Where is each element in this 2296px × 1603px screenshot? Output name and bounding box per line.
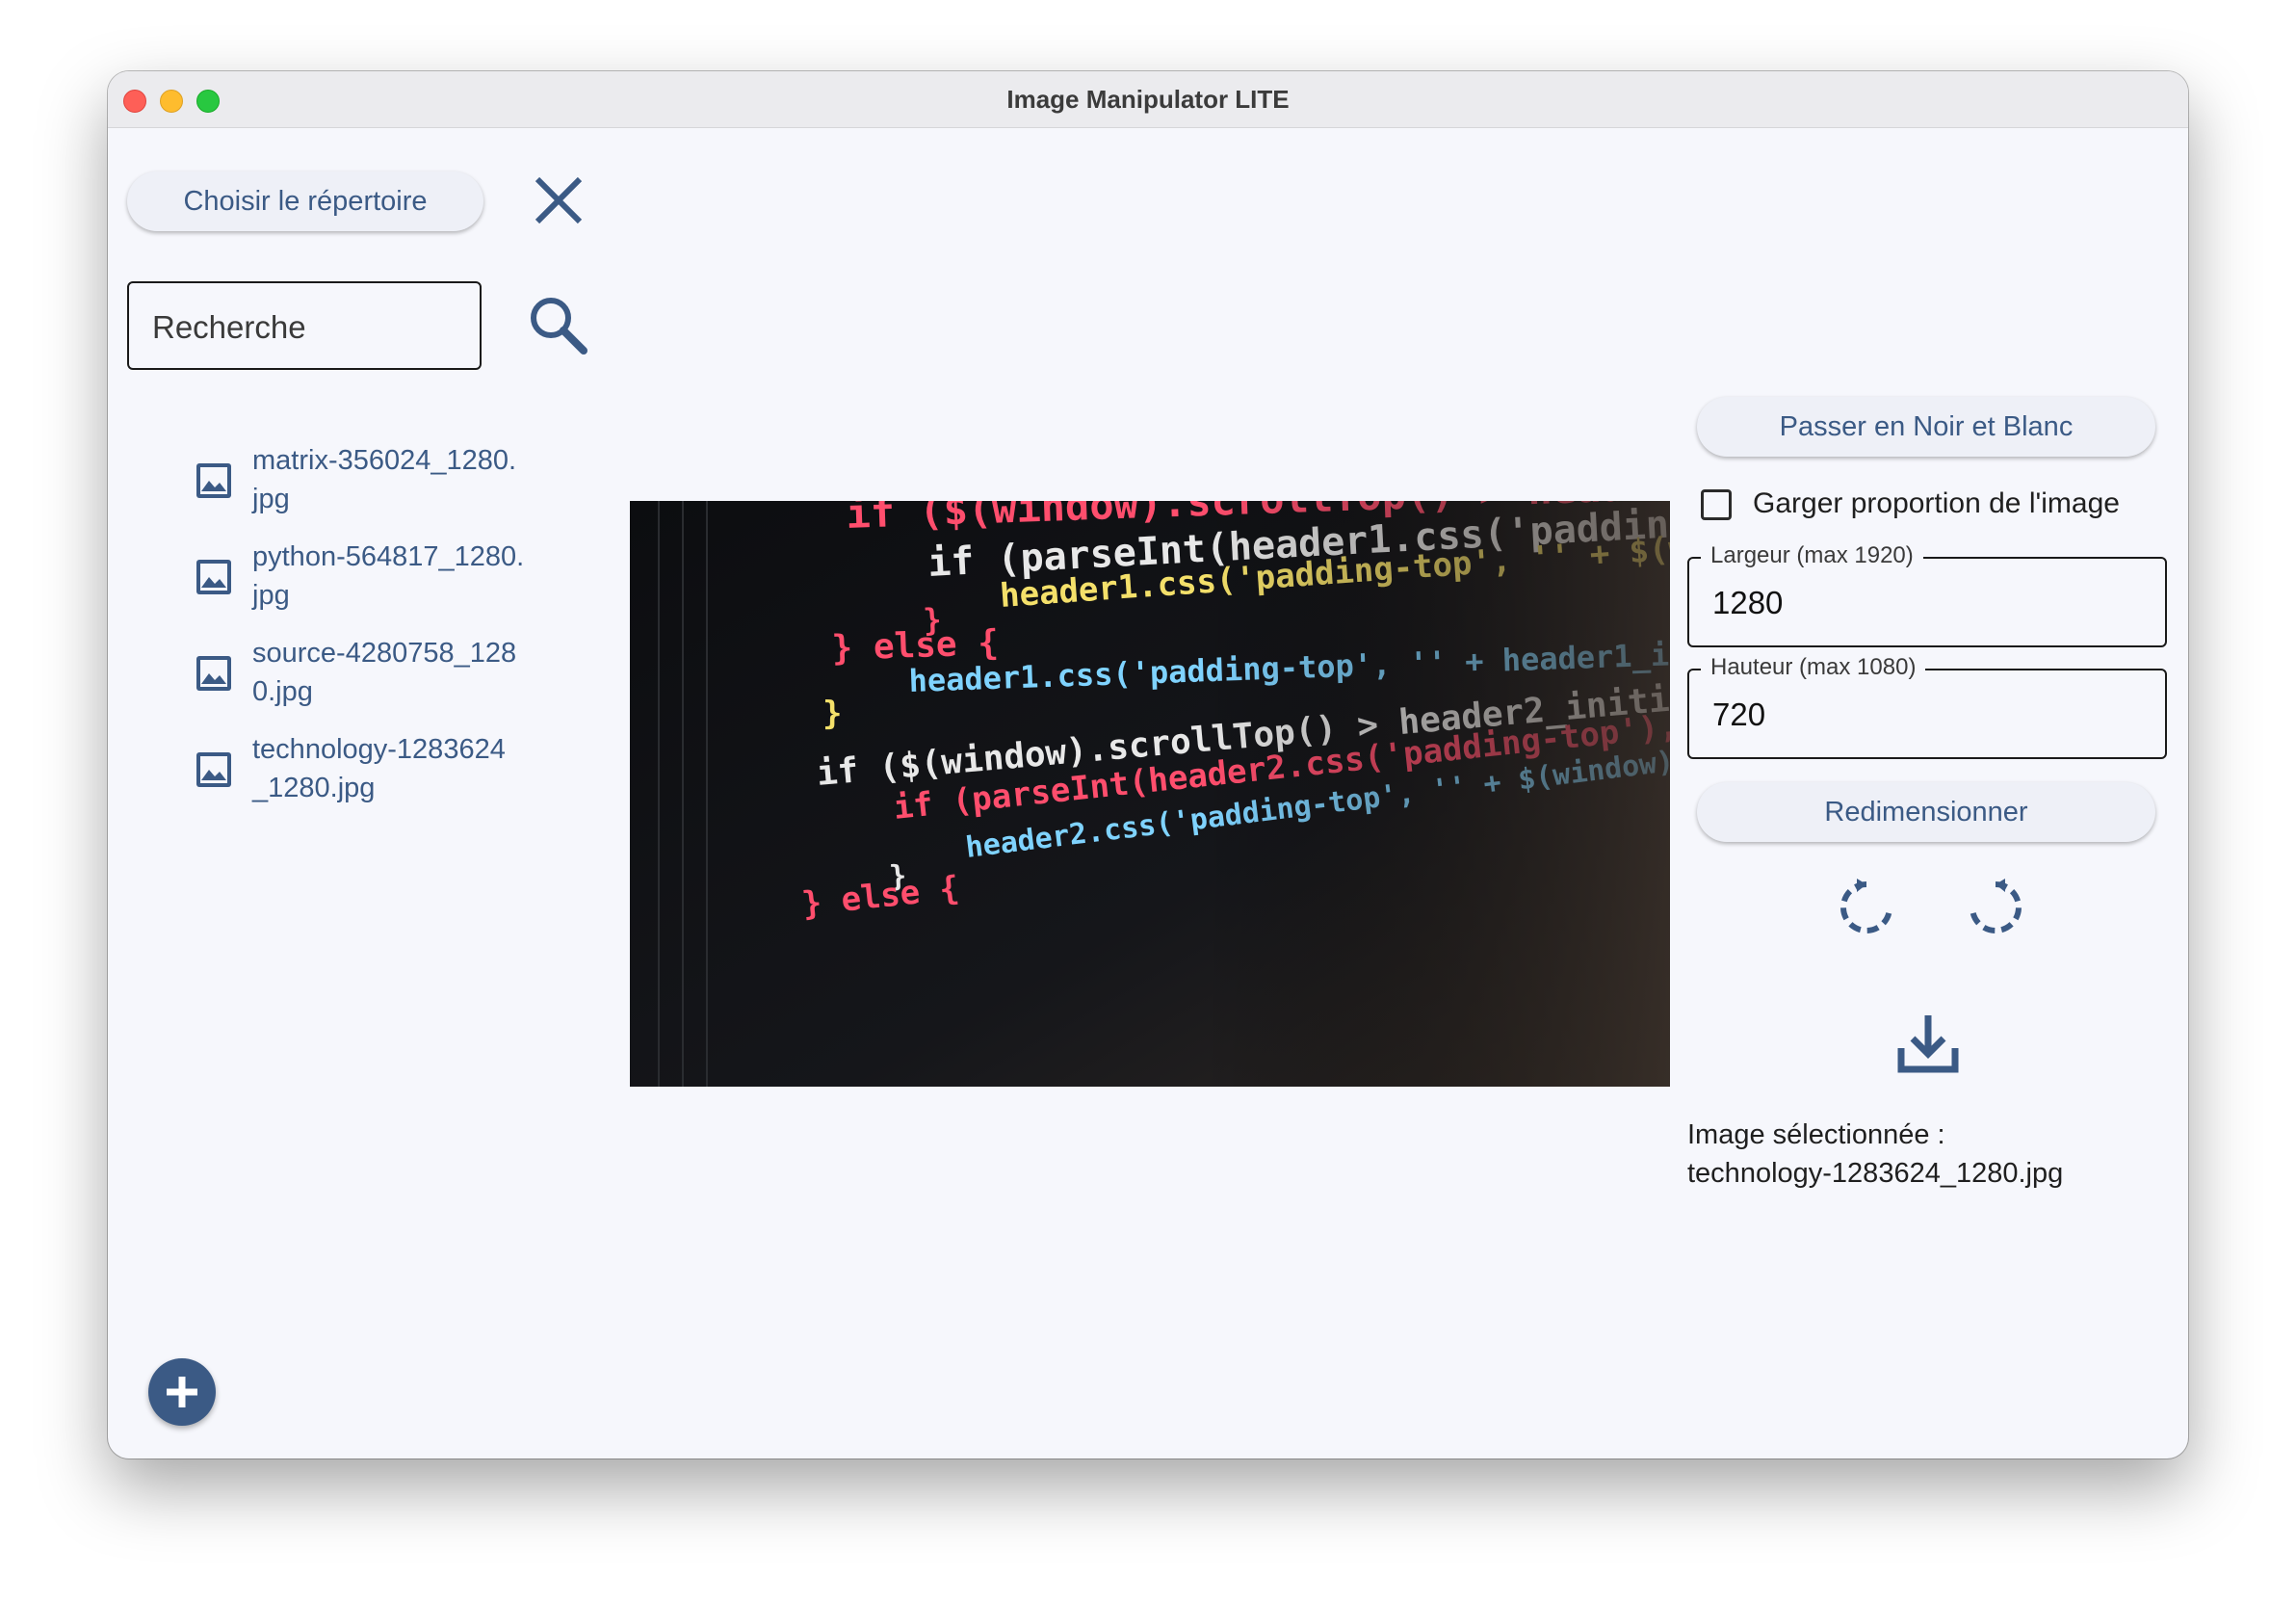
resize-button[interactable]: Redimensionner: [1697, 782, 2155, 842]
clear-button[interactable]: [530, 171, 587, 229]
height-label: Hauteur (max 1080): [1701, 654, 1926, 681]
rotate-left-button[interactable]: [1836, 877, 1897, 938]
keep-ratio-label: Garger proportion de l'image: [1753, 487, 2120, 519]
rotate-right-icon: [1970, 879, 2022, 933]
selected-image-name: technology-1283624_1280.jpg: [1687, 1158, 2064, 1189]
file-name: source-4280758_128 0.jpg: [252, 638, 517, 707]
file-name: matrix-356024_1280. jpg: [252, 445, 517, 514]
file-list-item[interactable]: technology-1283624 _1280.jpg: [195, 730, 522, 811]
checkbox-box[interactable]: [1701, 489, 1732, 520]
height-field[interactable]: Hauteur (max 1080): [1687, 654, 2167, 759]
search-icon: [531, 298, 587, 355]
code-photo: if ($(window).scrollTop() > header0_init…: [630, 501, 1670, 1087]
file-list-item[interactable]: python-564817_1280. jpg: [195, 538, 524, 618]
image-preview: if ($(window).scrollTop() > header0_init…: [630, 501, 1670, 1087]
app-window: Image Manipulator LITE Choisir le répert…: [108, 71, 2188, 1458]
keep-ratio-checkbox[interactable]: Garger proportion de l'image: [1701, 484, 2163, 526]
search-field[interactable]: [127, 281, 482, 370]
image-icon: [196, 560, 231, 594]
search-button[interactable]: [526, 293, 591, 358]
height-input[interactable]: [1710, 696, 2138, 734]
selected-image-label: Image sélectionnée :: [1687, 1119, 1945, 1150]
rotate-right-button[interactable]: [1965, 877, 2026, 938]
add-icon: [167, 1377, 197, 1407]
choose-directory-button[interactable]: Choisir le répertoire: [127, 171, 483, 231]
image-icon: [196, 752, 231, 787]
download-button[interactable]: [1893, 1010, 1963, 1079]
width-field[interactable]: Largeur (max 1920): [1687, 542, 2167, 647]
file-name: python-564817_1280. jpg: [252, 541, 525, 611]
file-name: technology-1283624 _1280.jpg: [252, 734, 506, 803]
add-button[interactable]: [148, 1358, 216, 1426]
width-label: Largeur (max 1920): [1701, 542, 1923, 569]
width-input[interactable]: [1710, 584, 2138, 622]
file-list-item[interactable]: source-4280758_128 0.jpg: [195, 634, 522, 715]
window-title: Image Manipulator LITE: [1006, 85, 1290, 114]
title-bar: Image Manipulator LITE: [108, 71, 2188, 128]
rotate-left-icon: [1840, 879, 1892, 933]
image-icon: [196, 463, 231, 498]
file-list-item[interactable]: matrix-356024_1280. jpg: [195, 441, 522, 522]
close-icon: [535, 176, 583, 224]
search-input[interactable]: [150, 308, 462, 347]
black-white-button[interactable]: Passer en Noir et Blanc: [1697, 397, 2155, 457]
download-icon: [1897, 1015, 1959, 1073]
image-icon: [196, 656, 231, 691]
